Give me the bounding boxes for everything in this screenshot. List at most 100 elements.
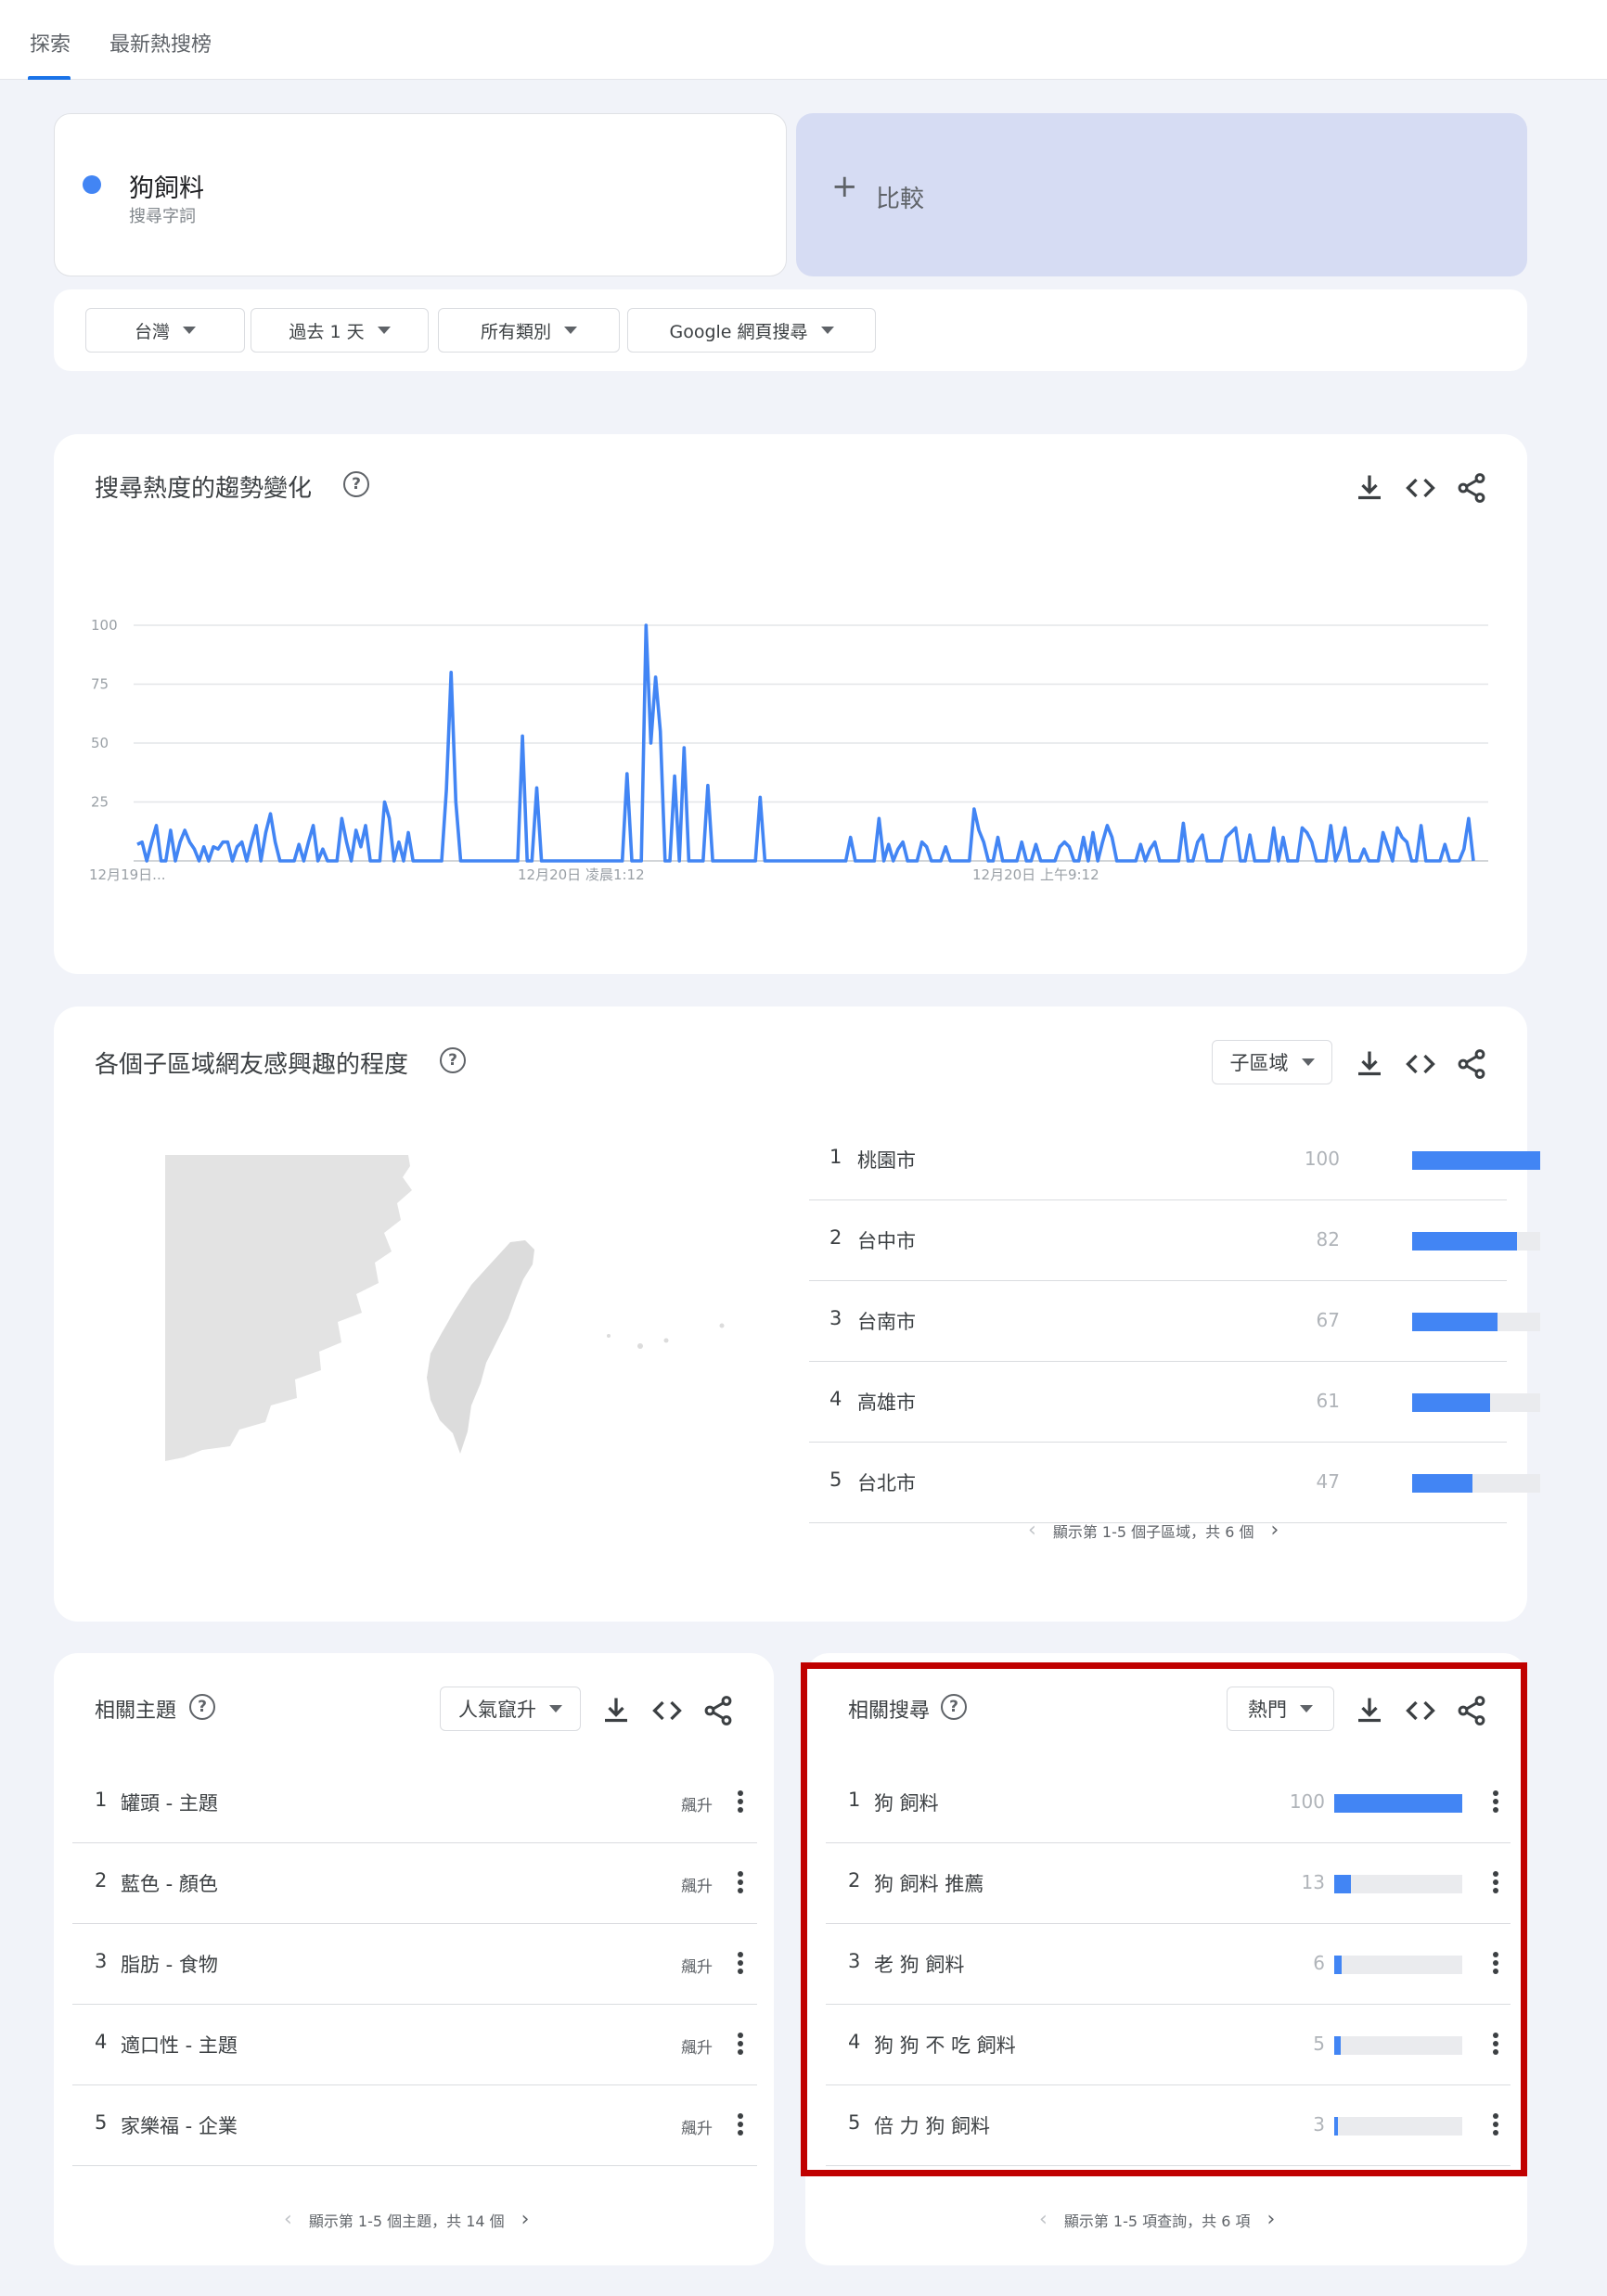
related-topic-row[interactable]: 3 脂肪 - 食物 飆升 xyxy=(72,1924,757,2005)
share-icon[interactable] xyxy=(1455,1047,1488,1081)
card-title: 相關主題 xyxy=(95,1700,177,1723)
chevron-left-icon[interactable]: ‹ xyxy=(1028,1519,1036,1542)
island-dot xyxy=(607,1334,611,1338)
row-label[interactable]: 家樂福 - 企業 xyxy=(121,2111,238,2139)
embed-icon[interactable] xyxy=(650,1694,684,1727)
search-term-card[interactable]: 狗飼料 搜尋字詞 xyxy=(54,113,787,276)
island-dot xyxy=(663,1338,669,1343)
caret-down-icon xyxy=(549,1705,562,1712)
value-bar-fill xyxy=(1412,1474,1472,1493)
card-title: 各個子區域網友感興趣的程度 xyxy=(95,1051,409,1079)
tab-explore[interactable]: 探索 xyxy=(30,28,71,58)
y-axis-ticks: 100 75 50 25 xyxy=(91,617,118,811)
row-label[interactable]: 台中市 xyxy=(857,1226,916,1254)
pager-text: 顯示第 1-5 個子區域，共 6 個 xyxy=(1052,1522,1254,1541)
breakout-badge: 飆升 xyxy=(681,1878,713,1896)
more-vert-icon[interactable] xyxy=(737,2033,744,2058)
region-filter[interactable]: 台灣 xyxy=(85,308,245,353)
share-icon[interactable] xyxy=(701,1694,735,1727)
row-value: 61 xyxy=(1316,1390,1340,1412)
chevron-left-icon[interactable]: ‹ xyxy=(284,2208,292,2231)
subregion-map[interactable] xyxy=(165,1155,740,1507)
download-icon[interactable] xyxy=(599,1694,633,1727)
related-topic-row[interactable]: 4 適口性 - 主題 飆升 xyxy=(72,2005,757,2085)
row-rank: 5 xyxy=(829,1469,842,1491)
tab-trending[interactable]: 最新熱搜榜 xyxy=(109,28,212,58)
row-label[interactable]: 脂肪 - 食物 xyxy=(121,1950,218,1978)
island-dot xyxy=(637,1343,643,1349)
plus-icon: + xyxy=(831,168,858,205)
subregion-select[interactable]: 子區域 xyxy=(1212,1040,1332,1084)
chevron-right-icon[interactable]: › xyxy=(521,2208,530,2231)
value-bar-track xyxy=(1412,1313,1540,1331)
row-value: 82 xyxy=(1316,1228,1340,1251)
category-filter[interactable]: 所有類別 xyxy=(438,308,620,353)
subregion-pager: ‹ 顯示第 1-5 個子區域，共 6 個 › xyxy=(1028,1519,1279,1542)
row-label[interactable]: 藍色 - 顏色 xyxy=(121,1869,218,1897)
embed-icon[interactable] xyxy=(1404,1047,1437,1081)
value-bar-track xyxy=(1412,1151,1540,1170)
property-filter[interactable]: Google 網頁搜尋 xyxy=(627,308,876,353)
subregion-row[interactable]: 2 台中市 82 xyxy=(809,1200,1540,1281)
pager-text: 顯示第 1-5 個主題，共 14 個 xyxy=(308,2212,505,2230)
top-navigation: 探索 最新熱搜榜 xyxy=(0,0,1607,80)
x-tick-label: 12月20日 凌晨1:12 xyxy=(518,866,645,883)
value-bar-track xyxy=(1412,1232,1540,1251)
x-axis-labels: 12月19日... 12月20日 凌晨1:12 12月20日 上午9:12 xyxy=(89,866,1099,883)
more-vert-icon[interactable] xyxy=(737,1790,744,1815)
topics-type-select[interactable]: 人氣竄升 xyxy=(440,1687,581,1731)
more-vert-icon[interactable] xyxy=(737,1871,744,1896)
chevron-right-icon[interactable]: › xyxy=(1266,2208,1275,2231)
row-label[interactable]: 台南市 xyxy=(857,1307,916,1335)
breakout-badge: 飆升 xyxy=(681,1797,713,1815)
trend-line-chart[interactable]: 100 75 50 25 12月19日... 12月20日 凌晨1:12 12月20日 上… xyxy=(54,434,1527,974)
y-tick-label: 25 xyxy=(91,794,109,811)
search-term-type: 搜尋字詞 xyxy=(129,207,196,226)
download-icon[interactable] xyxy=(1353,1047,1386,1081)
value-bar-track xyxy=(1412,1393,1540,1412)
caret-down-icon xyxy=(377,327,391,334)
caret-down-icon xyxy=(1301,1058,1315,1066)
related-topic-row[interactable]: 2 藍色 - 顏色 飆升 xyxy=(72,1843,757,1924)
time-filter[interactable]: 過去 1 天 xyxy=(251,308,429,353)
row-label[interactable]: 桃園市 xyxy=(857,1146,916,1174)
y-tick-label: 50 xyxy=(91,735,109,751)
row-rank: 2 xyxy=(829,1226,842,1249)
interest-over-time-card: 搜尋熱度的趨勢變化 ? 100 75 50 25 12月19日... 12月20日 凌晨… xyxy=(54,434,1527,974)
subregion-row[interactable]: 5 台北市 47 xyxy=(809,1443,1540,1523)
value-bar-fill xyxy=(1412,1232,1518,1251)
property-filter-label: Google 網頁搜尋 xyxy=(669,321,808,342)
topics-select-label: 人氣竄升 xyxy=(458,1699,536,1721)
region-filter-label: 台灣 xyxy=(134,321,170,342)
value-bar-fill xyxy=(1412,1313,1498,1331)
row-label[interactable]: 台北市 xyxy=(857,1469,916,1496)
x-tick-label: 12月20日 上午9:12 xyxy=(972,866,1099,883)
term-color-dot xyxy=(83,175,101,194)
subregion-row[interactable]: 3 台南市 67 xyxy=(809,1281,1540,1362)
chevron-left-icon[interactable]: ‹ xyxy=(1039,2208,1048,2231)
subregion-row[interactable]: 1 桃園市 100 xyxy=(809,1120,1540,1200)
subregion-select-label: 子區域 xyxy=(1229,1052,1289,1074)
chevron-right-icon[interactable]: › xyxy=(1270,1519,1279,1542)
more-vert-icon[interactable] xyxy=(737,1952,744,1977)
chart-grid xyxy=(134,624,1488,862)
subregion-row[interactable]: 4 高雄市 61 xyxy=(809,1362,1540,1443)
search-term[interactable]: 狗飼料 xyxy=(129,168,204,204)
x-tick-label: 12月19日... xyxy=(89,866,165,883)
time-filter-label: 過去 1 天 xyxy=(289,321,365,342)
row-rank: 3 xyxy=(829,1307,842,1329)
row-value: 100 xyxy=(1304,1148,1340,1170)
row-rank: 2 xyxy=(95,1869,108,1892)
related-topic-row[interactable]: 1 罐頭 - 主題 飆升 xyxy=(72,1763,757,1843)
topics-pager: ‹ 顯示第 1-5 個主題，共 14 個 › xyxy=(284,2208,529,2231)
row-rank: 1 xyxy=(829,1146,842,1168)
help-icon[interactable]: ? xyxy=(189,1694,215,1720)
row-label[interactable]: 適口性 - 主題 xyxy=(121,2031,238,2059)
compare-button[interactable]: + 比較 xyxy=(796,113,1527,276)
row-rank: 4 xyxy=(95,2031,108,2053)
row-label[interactable]: 高雄市 xyxy=(857,1388,916,1416)
help-icon[interactable]: ? xyxy=(440,1047,466,1073)
row-label[interactable]: 罐頭 - 主題 xyxy=(121,1789,218,1816)
related-topic-row[interactable]: 5 家樂福 - 企業 飆升 xyxy=(72,2085,757,2166)
more-vert-icon[interactable] xyxy=(737,2113,744,2138)
